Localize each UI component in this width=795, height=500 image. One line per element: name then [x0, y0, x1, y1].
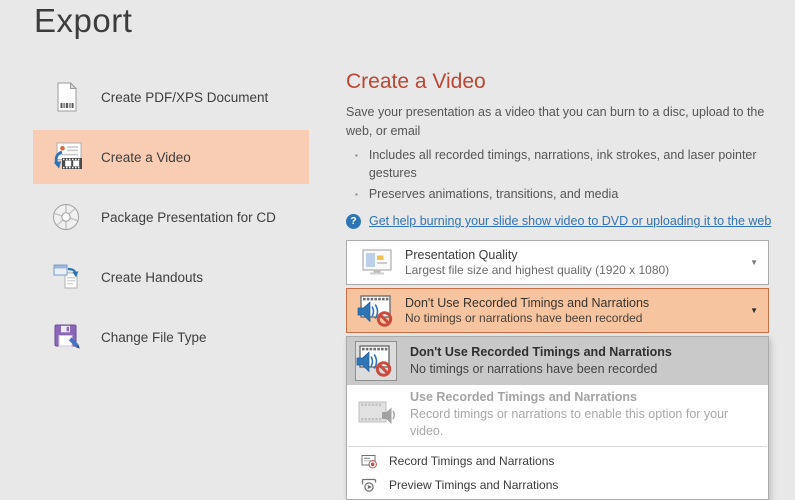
quality-dropdown-title: Presentation Quality: [405, 248, 744, 262]
panel-title: Create a Video: [346, 70, 772, 94]
timings-menu: Don't Use Recorded Timings and Narration…: [346, 336, 769, 500]
record-timings-icon: [360, 453, 378, 469]
chevron-down-icon: ▼: [750, 306, 758, 315]
package-cd-icon: [47, 200, 85, 234]
help-link[interactable]: Get help burning your slide show video t…: [369, 214, 771, 228]
menu-item-title: Don't Use Recorded Timings and Narration…: [410, 344, 672, 361]
video-no-audio-icon: [355, 341, 397, 381]
menu-item-preview-timings[interactable]: Preview Timings and Narrations: [347, 473, 768, 497]
page-title: Export: [34, 2, 132, 40]
bullet-item: ▪ Includes all recorded timings, narrati…: [346, 146, 761, 182]
sidebar-item-label: Create Handouts: [101, 270, 203, 285]
video-no-audio-icon: [357, 294, 397, 328]
sidebar-item-change-file-type[interactable]: Change File Type: [33, 310, 309, 364]
sidebar-item-label: Create a Video: [101, 150, 191, 165]
quality-dropdown[interactable]: Presentation Quality Largest file size a…: [346, 240, 769, 285]
menu-item-use-recorded-timings[interactable]: Use Recorded Timings and Narrations Reco…: [347, 385, 768, 444]
menu-item-subtitle: No timings or narrations have been recor…: [410, 361, 672, 378]
bullet-square-icon: ▪: [355, 150, 358, 182]
menu-item-label: Preview Timings and Narrations: [389, 478, 558, 492]
sidebar: Create PDF/XPS Document: [33, 70, 309, 370]
quality-dropdown-texts: Presentation Quality Largest file size a…: [405, 248, 744, 277]
sidebar-item-create-handouts[interactable]: Create Handouts: [33, 250, 309, 304]
change-file-type-icon: [47, 320, 85, 354]
timings-dropdown-title: Don't Use Recorded Timings and Narration…: [405, 296, 744, 310]
sidebar-item-create-pdf-xps[interactable]: Create PDF/XPS Document: [33, 70, 309, 124]
bullet-text: Includes all recorded timings, narration…: [369, 146, 761, 182]
timings-dropdown-subtitle: No timings or narrations have been recor…: [405, 311, 744, 325]
video-audio-disabled-icon: [355, 399, 397, 429]
timings-dropdown[interactable]: Don't Use Recorded Timings and Narration…: [346, 288, 769, 333]
menu-item-subtitle: Record timings or narrations to enable t…: [410, 406, 760, 440]
create-video-icon: [47, 140, 85, 174]
bullet-text: Preserves animations, transitions, and m…: [369, 185, 618, 203]
menu-item-texts: Don't Use Recorded Timings and Narration…: [410, 344, 672, 378]
sidebar-item-label: Package Presentation for CD: [101, 210, 276, 225]
menu-item-dont-use-timings[interactable]: Don't Use Recorded Timings and Narration…: [347, 337, 768, 385]
sidebar-item-label: Change File Type: [101, 330, 207, 345]
pdf-xps-document-icon: [47, 80, 85, 114]
bullet-item: ▪ Preserves animations, transitions, and…: [346, 185, 761, 203]
panel-description: Save your presentation as a video that y…: [346, 103, 767, 141]
menu-item-label: Record Timings and Narrations: [389, 454, 554, 468]
menu-item-record-timings[interactable]: Record Timings and Narrations: [347, 449, 768, 473]
create-handouts-icon: [47, 260, 85, 294]
menu-item-texts: Use Recorded Timings and Narrations Reco…: [410, 389, 760, 440]
preview-timings-icon: [360, 477, 378, 493]
quality-dropdown-subtitle: Largest file size and highest quality (1…: [405, 263, 744, 277]
chevron-down-icon: ▼: [750, 258, 758, 267]
timings-dropdown-texts: Don't Use Recorded Timings and Narration…: [405, 296, 744, 325]
help-row: ? Get help burning your slide show video…: [346, 214, 772, 229]
bullet-square-icon: ▪: [355, 189, 358, 203]
presentation-quality-icon: [357, 247, 397, 279]
help-icon: ?: [346, 214, 361, 229]
sidebar-item-package-for-cd[interactable]: Package Presentation for CD: [33, 190, 309, 244]
feature-bullets: ▪ Includes all recorded timings, narrati…: [346, 146, 772, 203]
sidebar-item-label: Create PDF/XPS Document: [101, 90, 268, 105]
export-backstage: Export Create PDF/XPS Document: [0, 0, 795, 487]
menu-item-title: Use Recorded Timings and Narrations: [410, 389, 760, 406]
create-video-panel: Create a Video Save your presentation as…: [346, 70, 772, 487]
menu-separator: [348, 446, 767, 447]
sidebar-item-create-a-video[interactable]: Create a Video: [33, 130, 309, 184]
